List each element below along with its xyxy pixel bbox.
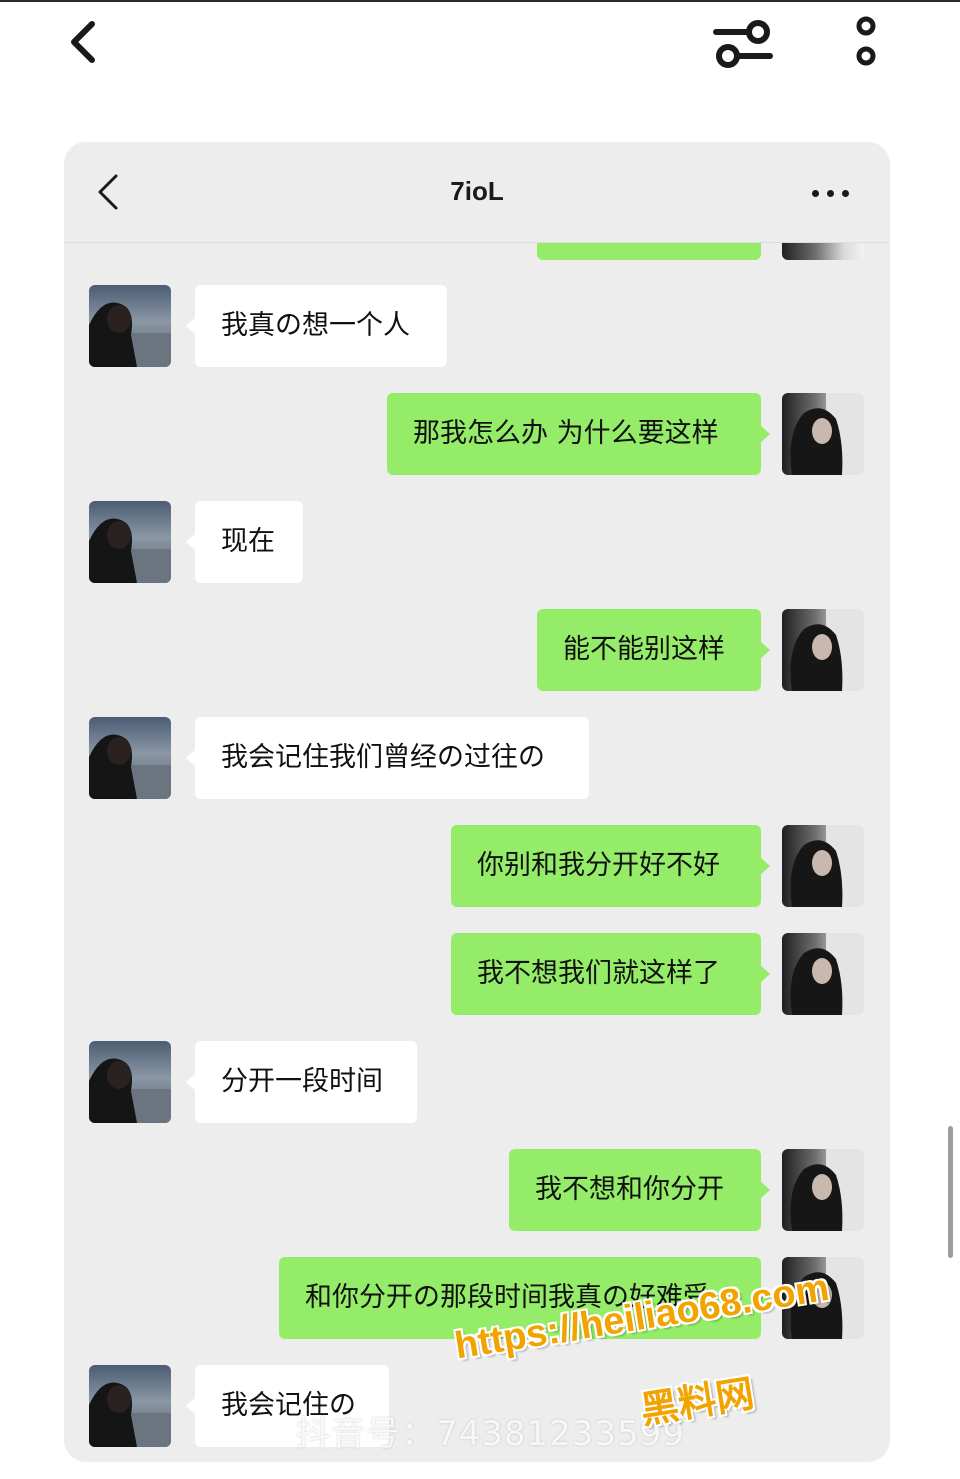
message-bubble[interactable]: 我真の想一个人 [186,285,447,367]
chat-title: 7ioL [450,176,504,206]
chevron-left-icon [71,21,95,63]
avatar[interactable] [782,393,864,475]
message-bubble[interactable]: 你别和我分开好不好 [451,825,770,907]
message-bubble[interactable]: 我不想我们就这样了 [451,933,770,1015]
avatar[interactable] [782,825,864,907]
message-bubble[interactable]: 我会记住我们曾经の过往の [186,717,589,799]
avatar[interactable] [89,1365,171,1447]
avatar[interactable] [782,933,864,1015]
message-bubble[interactable]: 现在 [186,501,303,583]
avatar[interactable] [89,717,171,799]
avatar[interactable] [782,609,864,691]
dot-icon [812,190,819,197]
tiktok-watermark: 抖音号：74381233599 [296,1414,685,1454]
chat-header: 7ioL [64,142,890,243]
dot-icon [827,190,834,197]
chat-screenshot: 7ioL 我真の想一个人那我怎么办 为什么要这样现在能不能别这样我会记住我们曾经… [64,142,890,1462]
avatar[interactable] [782,1149,864,1231]
more-options-button[interactable] [846,14,886,72]
message-bubble[interactable]: 分开一段时间 [186,1041,417,1123]
avatar[interactable] [89,501,171,583]
scrollbar[interactable] [948,1126,953,1258]
dot-icon [842,190,849,197]
message-bubble[interactable]: 那我怎么办 为什么要这样 [387,393,770,475]
filter-button[interactable] [712,14,774,72]
avatar[interactable] [89,1041,171,1123]
sliders-icon [713,20,773,68]
top-border [0,0,960,2]
back-button[interactable] [62,18,110,66]
vertical-dots-icon [856,16,876,66]
avatar[interactable] [89,285,171,367]
message-bubble[interactable]: 我不想和你分开 [509,1149,770,1231]
message-bubble[interactable]: 能不能别这样 [537,609,770,691]
chat-more-button[interactable] [808,178,854,208]
